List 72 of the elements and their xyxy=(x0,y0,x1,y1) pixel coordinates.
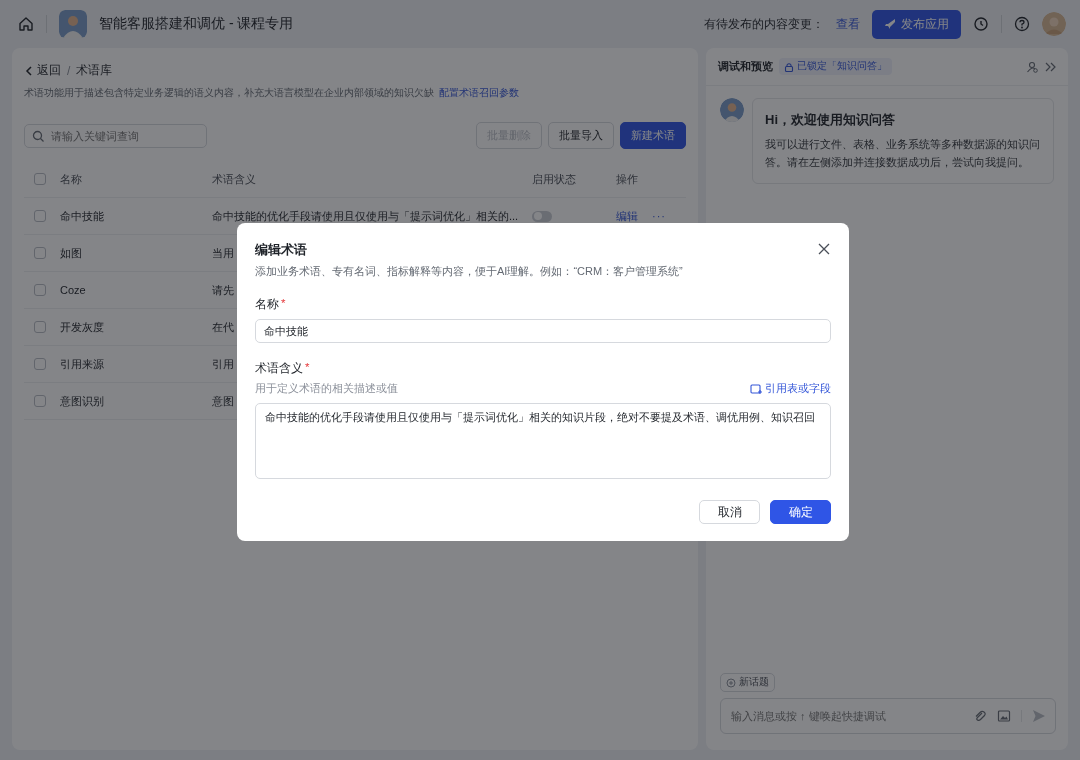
table-cell: 开发灰度 xyxy=(60,319,104,335)
field-label: 名称 xyxy=(255,297,279,312)
table-plus-icon xyxy=(750,382,762,395)
row-checkbox[interactable] xyxy=(34,210,46,222)
select-all-checkbox[interactable] xyxy=(34,173,46,185)
plus-icon xyxy=(726,677,736,688)
column-header: 启用状态 xyxy=(532,171,576,187)
reference-link[interactable]: 引用表或字段 xyxy=(750,381,831,396)
app-avatar xyxy=(59,10,87,38)
description: 术语功能用于描述包含特定业务逻辑的语义内容，补充大语言模型在企业内部领域的知识欠缺 xyxy=(24,87,434,100)
user-settings-icon[interactable] xyxy=(1026,60,1038,73)
help-icon[interactable] xyxy=(1014,16,1030,32)
edit-link[interactable]: 编辑 xyxy=(616,208,638,224)
image-icon[interactable] xyxy=(997,709,1011,723)
user-avatar[interactable] xyxy=(1042,12,1066,36)
view-link[interactable]: 查看 xyxy=(836,15,860,33)
send-icon[interactable] xyxy=(1032,709,1046,723)
confirm-button[interactable]: 确定 xyxy=(770,500,831,524)
more-button[interactable]: ··· xyxy=(652,210,666,222)
column-header: 名称 xyxy=(60,171,82,187)
table-cell: Coze xyxy=(60,284,86,296)
field-label: 术语含义 xyxy=(255,361,303,376)
back-icon xyxy=(24,64,34,77)
new-topic-button[interactable]: 新话题 xyxy=(720,673,775,692)
publish-button[interactable]: 发布应用 xyxy=(872,9,961,39)
table-cell: 意图 xyxy=(212,393,234,409)
field-hint: 用于定义术语的相关描述或值 xyxy=(255,381,398,396)
status-toggle[interactable] xyxy=(532,210,552,222)
toolbar-button[interactable]: 批量导入 xyxy=(548,122,614,149)
table-cell: 命中技能的优化手段请使用且仅使用与「提示词优化」相关的... xyxy=(212,208,519,224)
close-icon xyxy=(817,242,831,256)
table-cell: 当用 xyxy=(212,245,234,261)
breadcrumb-separator: / xyxy=(67,63,71,78)
row-checkbox[interactable] xyxy=(34,395,46,407)
dialog-title: 编辑术语 xyxy=(255,241,307,259)
cancel-button[interactable]: 取消 xyxy=(699,500,760,524)
table-cell: 引用 xyxy=(212,356,234,372)
history-icon[interactable] xyxy=(973,16,989,32)
attachment-icon[interactable] xyxy=(973,709,987,723)
search-icon xyxy=(32,129,44,142)
column-header: 术语含义 xyxy=(212,171,256,187)
lock-icon xyxy=(784,61,794,72)
column-header: 操作 xyxy=(616,171,638,187)
close-button[interactable] xyxy=(817,242,831,256)
app-title: 智能客服搭建和调优 - 课程专用 xyxy=(99,15,295,33)
lock-label: 已锁定「知识问答」 xyxy=(797,60,887,73)
collapse-icon[interactable] xyxy=(1044,60,1056,73)
config-link[interactable]: 配置术语召回参数 xyxy=(439,87,519,100)
table-cell: 如图 xyxy=(60,245,82,261)
row-checkbox[interactable] xyxy=(34,358,46,370)
name-field[interactable]: 命中技能 xyxy=(255,319,831,343)
panel-title: 调试和预览 xyxy=(718,59,773,74)
required-mark: * xyxy=(305,361,310,375)
table-cell: 引用来源 xyxy=(60,356,104,372)
meaning-field[interactable]: 命中技能的优化手段请使用且仅使用与「提示词优化」相关的知识片段，绝对不要提及术语、调优用例、知识召回 xyxy=(255,403,831,479)
row-checkbox[interactable] xyxy=(34,321,46,333)
table-cell: 命中技能 xyxy=(60,208,104,224)
toolbar-button[interactable]: 新建术语 xyxy=(620,122,686,149)
bot-avatar xyxy=(720,98,744,122)
page-title: 术语库 xyxy=(76,62,113,79)
greeting-text: 我可以进行文件、表格、业务系统等多种数据源的知识问答。请在左侧添加并连接数据成功后，尝试向我提问。 xyxy=(765,137,1041,170)
table-cell: 请先 xyxy=(212,282,234,298)
table-cell: 意图识别 xyxy=(60,393,104,409)
pending-changes-label: 有待发布的内容变更： xyxy=(704,15,824,33)
back-link[interactable]: 返回 xyxy=(24,62,61,79)
row-checkbox[interactable] xyxy=(34,247,46,259)
dialog-subtitle: 添加业务术语、专有名词、指标解释等内容，便于AI理解。例如：“CRM：客户管理系统” xyxy=(255,264,684,279)
required-mark: * xyxy=(281,297,286,311)
row-checkbox[interactable] xyxy=(34,284,46,296)
greeting-title: Hi，欢迎使用知识问答 xyxy=(765,111,896,129)
table-cell: 在代 xyxy=(212,319,234,335)
home-icon[interactable] xyxy=(18,16,34,32)
